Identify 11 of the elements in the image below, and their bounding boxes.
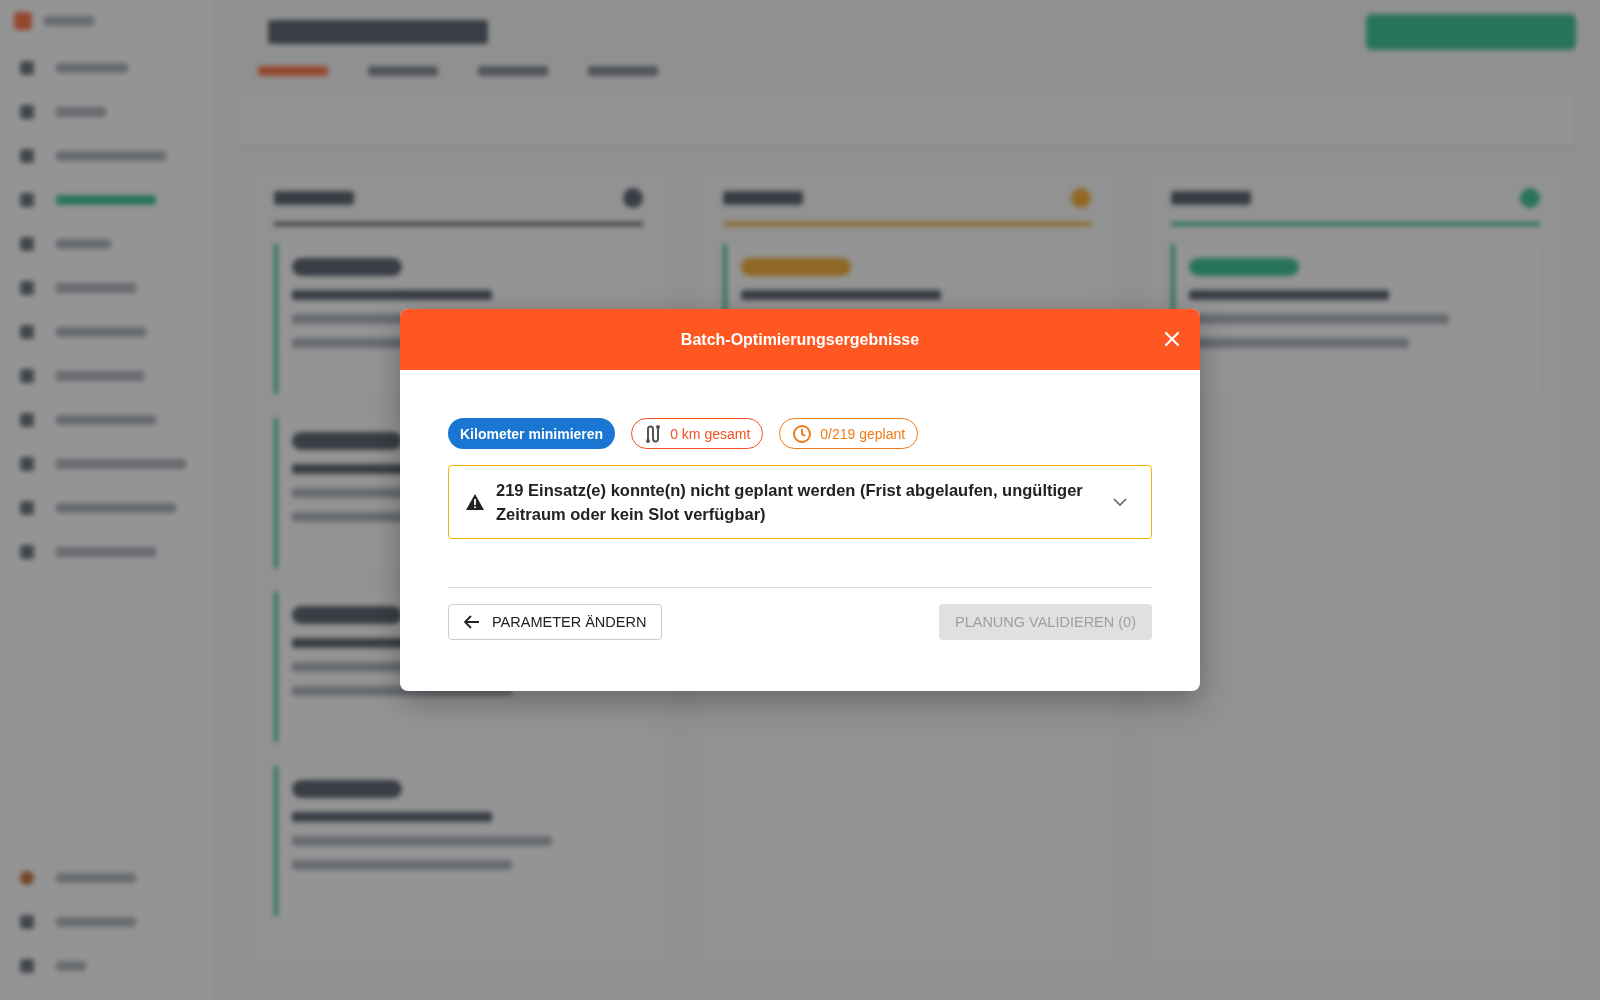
route-icon: [644, 423, 663, 444]
clock-icon: [792, 423, 813, 444]
summary-chip: Kilometer minimieren: [448, 418, 616, 449]
warning-alert[interactable]: 219 Einsatz(e) konnte(n) nicht geplant werden (Frist abgelaufen, ungültiger Zeitraum oder kein Slot verfügbar): [448, 465, 1152, 539]
warning-icon: [466, 494, 484, 510]
dialog-title: Batch-Optimierungsergebnisse: [680, 330, 920, 349]
close-icon: [1164, 331, 1180, 347]
back-button[interactable]: PARAMETER ÄNDERN: [448, 604, 663, 640]
warning-message: 219 Einsatz(e) konnte(n) nicht geplant werden (Frist abgelaufen, ungültiger Zeitraum oder kein Slot verfügbar): [496, 480, 1084, 525]
chevron-icon: [1113, 497, 1127, 507]
arrow-left-icon: [464, 615, 480, 629]
